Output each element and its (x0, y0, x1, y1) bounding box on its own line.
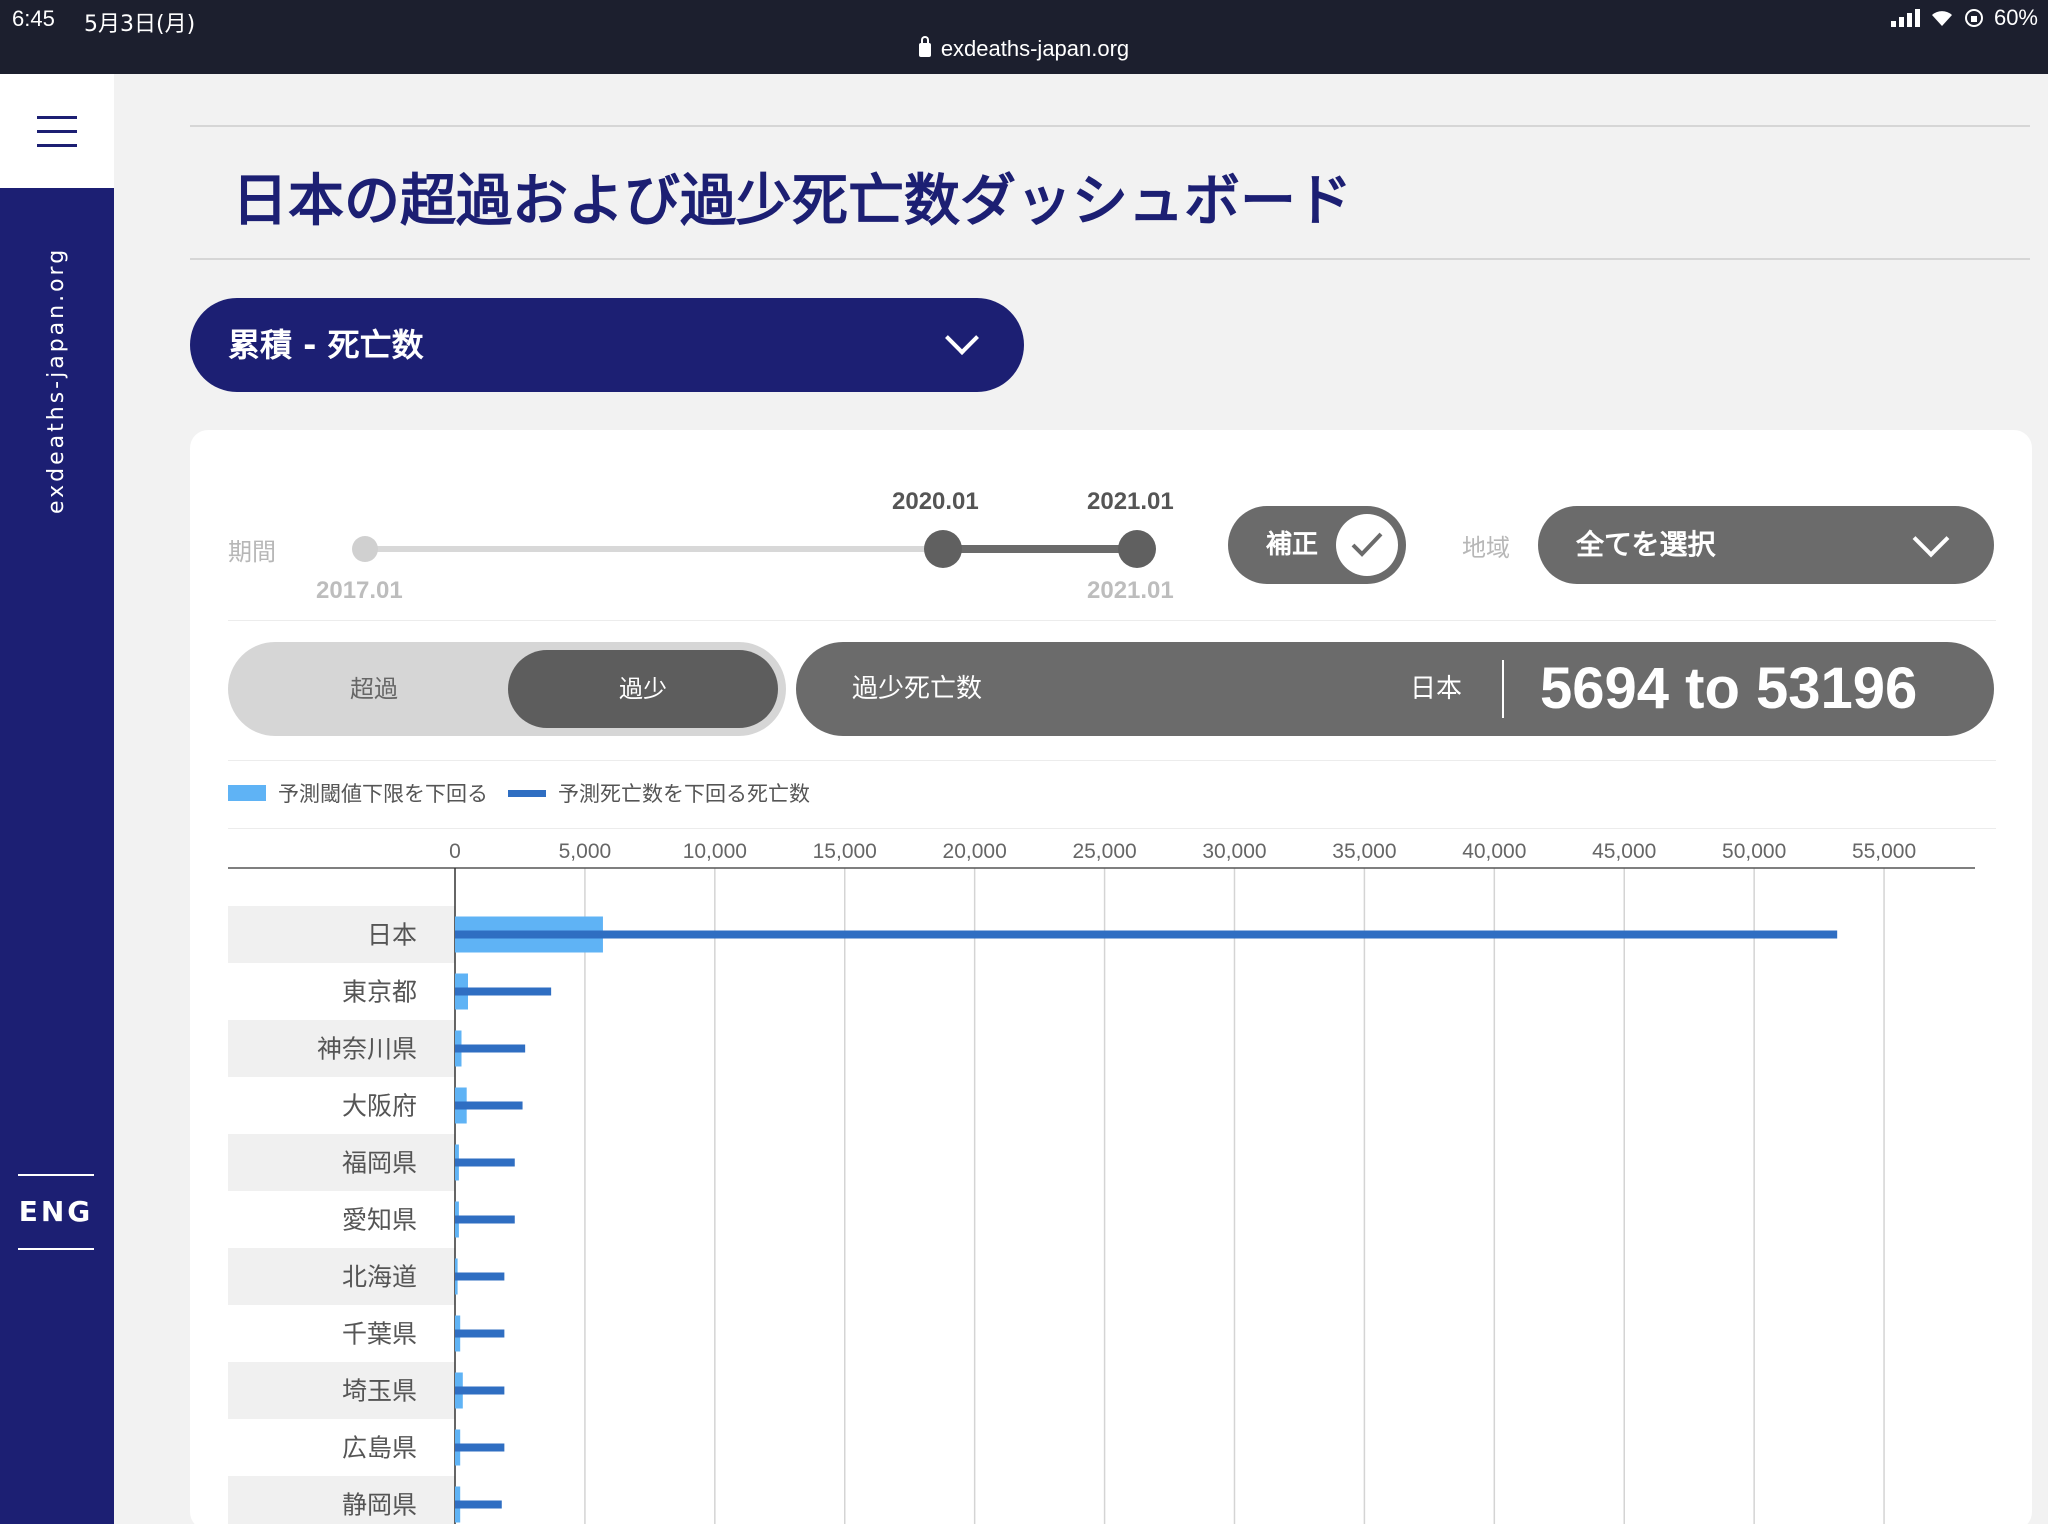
category-label: 北海道 (342, 1264, 417, 1292)
region-dropdown[interactable]: 全てを選択 (1538, 506, 1994, 584)
excess-deficit-toggle: 超過 過少 (228, 642, 786, 736)
lock-icon (918, 36, 931, 57)
x-tick-label: 0 (449, 840, 461, 863)
selected-from-label: 2020.01 (892, 488, 979, 515)
battery-percent: 60% (1993, 5, 2038, 30)
x-tick-label: 5,000 (559, 840, 612, 863)
legend-swatch-light (228, 785, 266, 801)
selected-to-label: 2021.01 (1087, 488, 1174, 515)
row-label-bg (228, 906, 455, 963)
period-label: 期間 (228, 538, 276, 566)
bar-below-expected (455, 1272, 505, 1281)
sidebar: exdeaths-japan.org ENG (0, 74, 114, 1524)
period-start-label: 2017.01 (316, 577, 403, 604)
chevron-down-icon (1912, 520, 1950, 558)
chevron-down-icon (945, 321, 979, 355)
adjust-label: 補正 (1266, 530, 1319, 560)
period-slider-min-marker (352, 536, 378, 562)
divider (190, 258, 2030, 260)
divider (228, 828, 1996, 829)
adjust-toggle[interactable]: 補正 (1228, 506, 1406, 584)
x-tick-label: 25,000 (1072, 840, 1136, 863)
bar-below-expected (455, 1101, 523, 1110)
category-label: 神奈川県 (317, 1036, 417, 1064)
address-bar[interactable]: exdeaths-japan.org (0, 36, 2048, 62)
category-label: 千葉県 (342, 1321, 417, 1349)
legend-item: 予測死亡数を下回る死亡数 (508, 778, 810, 808)
legend-swatch-dark (508, 789, 546, 797)
site-name-vertical: exdeaths-japan.org (44, 246, 69, 514)
period-slider-start-handle[interactable] (924, 530, 962, 568)
legend-label: 予測死亡数を下回る死亡数 (558, 782, 810, 806)
x-tick-label: 50,000 (1722, 840, 1786, 863)
category-label: 福岡県 (342, 1150, 417, 1178)
bar-below-expected (455, 1215, 515, 1224)
hamburger-menu-icon[interactable] (37, 116, 77, 148)
divider (1502, 660, 1504, 718)
metric-dropdown[interactable]: 累積 - 死亡数 (190, 298, 1024, 392)
bar-below-expected (455, 1500, 502, 1509)
status-bar: 6:45 5月3日(月) 60% exdeaths-japan.org (0, 0, 2048, 74)
region-label: 地域 (1462, 534, 1510, 562)
toggle-knob (1336, 514, 1398, 576)
x-tick-label: 35,000 (1332, 840, 1396, 863)
divider (228, 620, 1996, 621)
bar-below-expected (455, 1158, 515, 1167)
divider (190, 125, 2030, 127)
summary-label: 過少死亡数 (852, 674, 983, 704)
toggle-option-deficit[interactable]: 過少 (508, 650, 778, 728)
category-label: 東京都 (342, 979, 417, 1007)
x-tick-label: 20,000 (943, 840, 1007, 863)
period-end-label: 2021.01 (1087, 577, 1174, 604)
status-date: 5月3日(月) (84, 12, 196, 37)
checkmark-icon (1351, 532, 1383, 557)
category-label: 愛知県 (342, 1207, 417, 1235)
x-tick-label: 55,000 (1852, 840, 1916, 863)
summary-range: 5694 to 53196 (1540, 656, 1918, 721)
category-label: 広島県 (342, 1435, 417, 1463)
metric-dropdown-value: 累積 - 死亡数 (228, 326, 424, 364)
summary-region: 日本 (1410, 674, 1463, 704)
x-tick-label: 40,000 (1462, 840, 1526, 863)
bar-below-expected (455, 1044, 526, 1053)
orientation-lock-icon (1964, 9, 1983, 27)
bar-chart: 0 5,000 10,000 15,000 20,000 25,000 30,000 35,0… (228, 840, 1975, 1524)
summary-panel: 過少死亡数 日本 5694 to 53196 (796, 642, 1994, 736)
region-dropdown-value: 全てを選択 (1576, 528, 1716, 561)
legend-label: 予測閾値下限を下回る (278, 782, 488, 806)
x-tick-label: 10,000 (683, 840, 747, 863)
x-tick-label: 45,000 (1592, 840, 1656, 863)
x-tick-label: 15,000 (813, 840, 877, 863)
bar-below-expected (455, 930, 1838, 939)
divider (228, 760, 1996, 761)
bar-below-expected (455, 1386, 505, 1395)
legend-item: 予測閾値下限を下回る (228, 778, 488, 808)
status-time: 6:45 (12, 6, 55, 31)
category-label: 日本 (367, 922, 417, 950)
bar-below-expected (455, 987, 552, 996)
menu-box (0, 74, 114, 188)
language-switch[interactable]: ENG (18, 1174, 94, 1250)
toggle-option-excess[interactable]: 超過 (244, 650, 504, 728)
period-slider-range (943, 545, 1137, 553)
page-title: 日本の超過および過少死亡数ダッシュボード (232, 169, 1352, 234)
period-slider-end-handle[interactable] (1118, 530, 1156, 568)
wifi-icon (1931, 11, 1952, 26)
category-label: 埼玉県 (342, 1378, 417, 1406)
category-label: 静岡県 (342, 1492, 417, 1520)
url-text: exdeaths-japan.org (940, 36, 1130, 61)
x-tick-label: 30,000 (1202, 840, 1266, 863)
category-label: 大阪府 (342, 1093, 417, 1121)
bar-below-expected (455, 1443, 505, 1452)
cellular-signal-icon (1890, 9, 1920, 27)
chart-legend: 予測閾値下限を下回る 予測死亡数を下回る死亡数 (228, 778, 830, 808)
bar-below-expected (455, 1329, 505, 1338)
status-indicators: 60% (1890, 5, 2038, 31)
